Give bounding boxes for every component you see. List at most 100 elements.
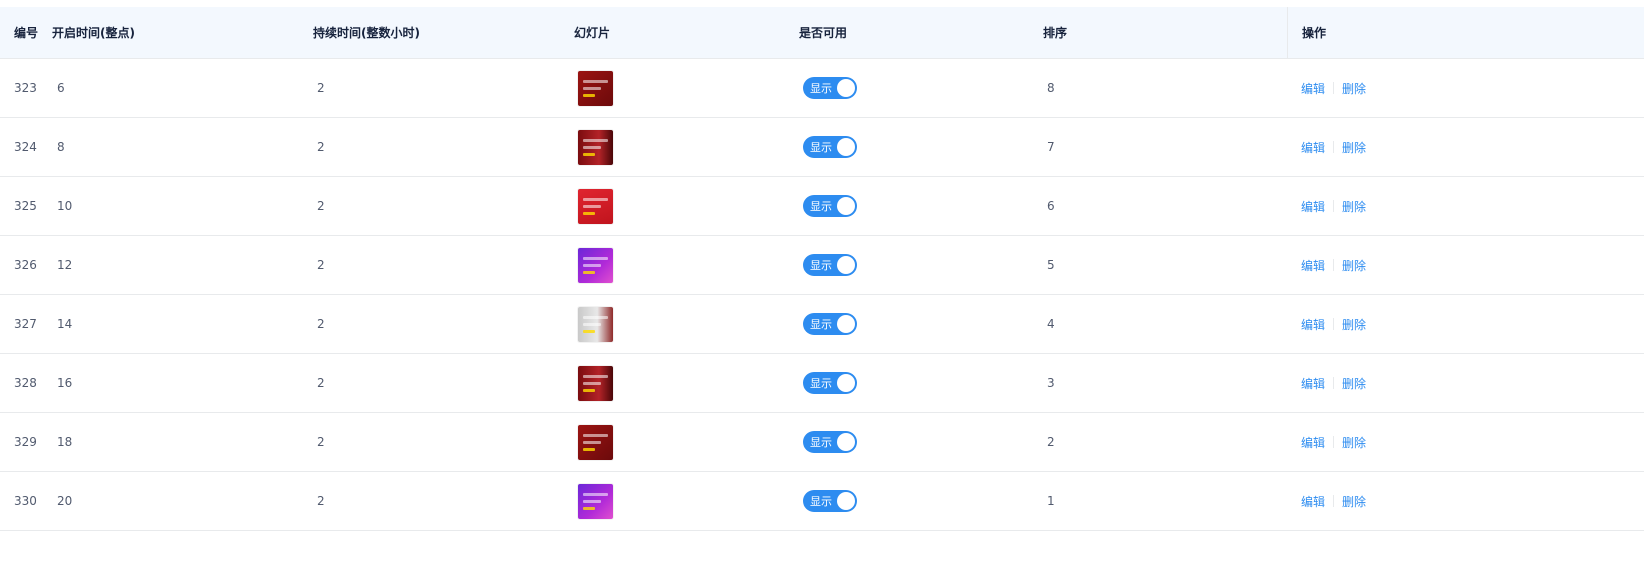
enabled-toggle[interactable]: 显示 [803, 77, 857, 99]
slide-thumbnail[interactable] [578, 483, 613, 519]
row-sort: 5 [1047, 258, 1055, 272]
table-row: 327 14 2 显示 4 编辑 删除 [0, 295, 1644, 354]
toggle-knob [837, 374, 855, 392]
header-sort: 排序 [1043, 26, 1068, 40]
delete-link[interactable]: 删除 [1342, 80, 1366, 97]
edit-link[interactable]: 编辑 [1301, 139, 1325, 156]
edit-link[interactable]: 编辑 [1301, 493, 1325, 510]
enabled-toggle[interactable]: 显示 [803, 254, 857, 276]
header-slide: 幻灯片 [574, 26, 611, 40]
row-id: 324 [14, 140, 37, 154]
ops-divider [1333, 141, 1335, 153]
ops-divider [1333, 495, 1335, 507]
row-enabled: 显示 [803, 413, 857, 471]
slide-thumbnail[interactable] [578, 129, 613, 165]
table-row: 330 20 2 显示 1 编辑 删除 [0, 472, 1644, 531]
row-id: 326 [14, 258, 37, 272]
slide-thumbnail[interactable] [578, 306, 613, 342]
row-slide [578, 177, 613, 235]
row-start-time: 18 [57, 435, 73, 449]
row-slide [578, 413, 613, 471]
slide-thumbnail[interactable] [578, 70, 613, 106]
row-start-time: 20 [57, 494, 73, 508]
row-operations: 编辑 删除 [1287, 59, 1366, 117]
row-enabled: 显示 [803, 295, 857, 353]
toggle-knob [837, 492, 855, 510]
row-sort: 4 [1047, 317, 1055, 331]
row-slide [578, 354, 613, 412]
toggle-knob [837, 315, 855, 333]
edit-link[interactable]: 编辑 [1301, 375, 1325, 392]
row-enabled: 显示 [803, 59, 857, 117]
enabled-toggle[interactable]: 显示 [803, 195, 857, 217]
table-row: 326 12 2 显示 5 编辑 删除 [0, 236, 1644, 295]
row-operations: 编辑 删除 [1287, 354, 1366, 412]
row-operations: 编辑 删除 [1287, 413, 1366, 471]
table-row: 329 18 2 显示 2 编辑 删除 [0, 413, 1644, 472]
delete-link[interactable]: 删除 [1342, 493, 1366, 510]
row-start-time: 12 [57, 258, 73, 272]
row-id: 323 [14, 81, 37, 95]
ops-divider [1333, 259, 1335, 271]
edit-link[interactable]: 编辑 [1301, 257, 1325, 274]
row-duration: 2 [317, 376, 325, 390]
row-enabled: 显示 [803, 177, 857, 235]
ops-divider [1333, 200, 1335, 212]
row-enabled: 显示 [803, 236, 857, 294]
row-operations: 编辑 删除 [1287, 236, 1366, 294]
toggle-label: 显示 [810, 318, 832, 331]
table-header: 编号 开启时间(整点) 持续时间(整数小时) 幻灯片 是否可用 排序 操作 [0, 7, 1644, 59]
row-slide [578, 59, 613, 117]
row-duration: 2 [317, 258, 325, 272]
edit-link[interactable]: 编辑 [1301, 80, 1325, 97]
delete-link[interactable]: 删除 [1342, 139, 1366, 156]
header-id: 编号 [14, 26, 39, 40]
edit-link[interactable]: 编辑 [1301, 198, 1325, 215]
row-operations: 编辑 删除 [1287, 118, 1366, 176]
toggle-label: 显示 [810, 141, 832, 154]
delete-link[interactable]: 删除 [1342, 257, 1366, 274]
row-start-time: 6 [57, 81, 65, 95]
row-enabled: 显示 [803, 118, 857, 176]
row-operations: 编辑 删除 [1287, 472, 1366, 530]
delete-link[interactable]: 删除 [1342, 434, 1366, 451]
row-sort: 7 [1047, 140, 1055, 154]
table-row: 323 6 2 显示 8 编辑 删除 [0, 59, 1644, 118]
slide-thumbnail[interactable] [578, 365, 613, 401]
ops-divider [1333, 318, 1335, 330]
toggle-label: 显示 [810, 200, 832, 213]
toggle-knob [837, 138, 855, 156]
row-operations: 编辑 删除 [1287, 177, 1366, 235]
delete-link[interactable]: 删除 [1342, 375, 1366, 392]
slide-thumbnail[interactable] [578, 247, 613, 283]
toggle-label: 显示 [810, 259, 832, 272]
slide-thumbnail[interactable] [578, 424, 613, 460]
delete-link[interactable]: 删除 [1342, 316, 1366, 333]
row-enabled: 显示 [803, 354, 857, 412]
header-operations: 操作 [1287, 7, 1326, 58]
edit-link[interactable]: 编辑 [1301, 434, 1325, 451]
table-row: 324 8 2 显示 7 编辑 删除 [0, 118, 1644, 177]
header-enabled: 是否可用 [799, 26, 848, 40]
row-duration: 2 [317, 199, 325, 213]
enabled-toggle[interactable]: 显示 [803, 431, 857, 453]
header-duration: 持续时间(整数小时) [313, 26, 420, 40]
row-operations: 编辑 删除 [1287, 295, 1366, 353]
header-start-time: 开启时间(整点) [52, 26, 135, 40]
ops-divider [1333, 377, 1335, 389]
toggle-label: 显示 [810, 495, 832, 508]
slide-thumbnail[interactable] [578, 188, 613, 224]
enabled-toggle[interactable]: 显示 [803, 372, 857, 394]
enabled-toggle[interactable]: 显示 [803, 313, 857, 335]
row-id: 330 [14, 494, 37, 508]
edit-link[interactable]: 编辑 [1301, 316, 1325, 333]
table-row: 328 16 2 显示 3 编辑 删除 [0, 354, 1644, 413]
row-id: 329 [14, 435, 37, 449]
enabled-toggle[interactable]: 显示 [803, 490, 857, 512]
table-body: 323 6 2 显示 8 编辑 删除 324 8 2 显示 7 编辑 删除 32… [0, 59, 1644, 531]
enabled-toggle[interactable]: 显示 [803, 136, 857, 158]
delete-link[interactable]: 删除 [1342, 198, 1366, 215]
ops-divider [1333, 82, 1335, 94]
row-sort: 2 [1047, 435, 1055, 449]
row-enabled: 显示 [803, 472, 857, 530]
